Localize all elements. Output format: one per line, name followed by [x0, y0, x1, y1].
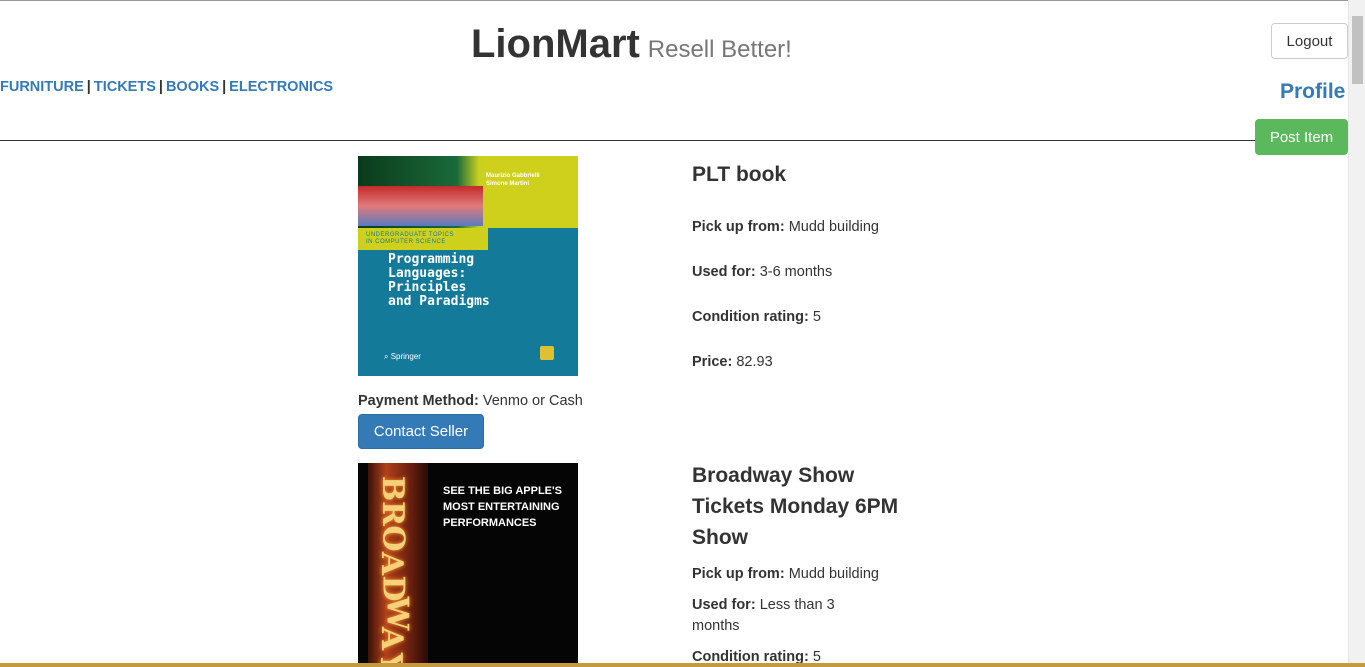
- bottom-edge: [0, 663, 1365, 667]
- cover-authors: Maurizio Gabbrielli Simone Martini: [486, 173, 540, 187]
- vertical-scrollbar[interactable]: [1348, 0, 1365, 667]
- logout-button[interactable]: Logout: [1271, 23, 1348, 59]
- listing-details: PLT book Pick up from: Mudd building Use…: [692, 156, 902, 370]
- cover-series: UNDERGRADUATE TOPICS IN COMPUTER SCIENCE: [366, 232, 455, 245]
- nav-separator: |: [222, 79, 227, 95]
- header-divider: [0, 140, 1255, 141]
- listing-details: Broadway Show Tickets Monday 6PM Show Pi…: [692, 463, 902, 665]
- brand-tagline: Resell Better!: [647, 36, 792, 63]
- post-item-button[interactable]: Post Item: [1255, 119, 1348, 155]
- nav-electronics[interactable]: ELECTRONICS: [229, 79, 333, 95]
- used-for-row: Used for: Less than 3 months: [692, 597, 835, 634]
- category-nav: FURNITURE | TICKETS | BOOKS | ELECTRONICS: [0, 79, 333, 95]
- nav-separator: |: [86, 79, 91, 95]
- cover-tagline: SEE THE BIG APPLE'S MOST ENTERTAINING PE…: [443, 485, 562, 529]
- cover-publisher: ⌕ Springer: [384, 352, 421, 361]
- contact-seller-button[interactable]: Contact Seller: [358, 414, 484, 449]
- payment-method: Payment Method: Venmo or Cash: [358, 393, 583, 409]
- top-border: [0, 0, 1365, 1]
- listing-title: PLT book: [692, 163, 787, 186]
- nav-separator: |: [158, 79, 163, 95]
- price-row: Price: 82.93: [692, 354, 773, 370]
- listing-card: B R O A D W A Y SEE THE BIG APPLE'S MOST…: [358, 463, 898, 667]
- pickup-row: Pick up from: Mudd building: [692, 219, 879, 235]
- nav-furniture[interactable]: FURNITURE: [0, 79, 84, 95]
- site-brand: LionMart Resell Better!: [471, 22, 792, 67]
- publisher-logo-icon: [540, 346, 554, 360]
- brand-name: LionMart: [471, 22, 640, 66]
- listing-image[interactable]: B R O A D W A Y SEE THE BIG APPLE'S MOST…: [358, 463, 578, 667]
- used-for-row: Used for: 3-6 months: [692, 264, 833, 280]
- listing-image[interactable]: Maurizio Gabbrielli Simone Martini UNDER…: [358, 156, 578, 376]
- profile-link[interactable]: Profile: [1280, 80, 1345, 104]
- listing-card: Maurizio Gabbrielli Simone Martini UNDER…: [358, 156, 879, 449]
- listing-title: Broadway Show Tickets Monday 6PM Show: [692, 464, 899, 549]
- scrollbar-thumb[interactable]: [1352, 16, 1363, 84]
- condition-row: Condition rating: 5: [692, 309, 821, 325]
- nav-tickets[interactable]: TICKETS: [94, 79, 156, 95]
- nav-books[interactable]: BOOKS: [166, 79, 219, 95]
- pickup-row: Pick up from: Mudd building: [692, 566, 879, 582]
- cover-title: Programming Languages: Principles and Pa…: [388, 252, 490, 309]
